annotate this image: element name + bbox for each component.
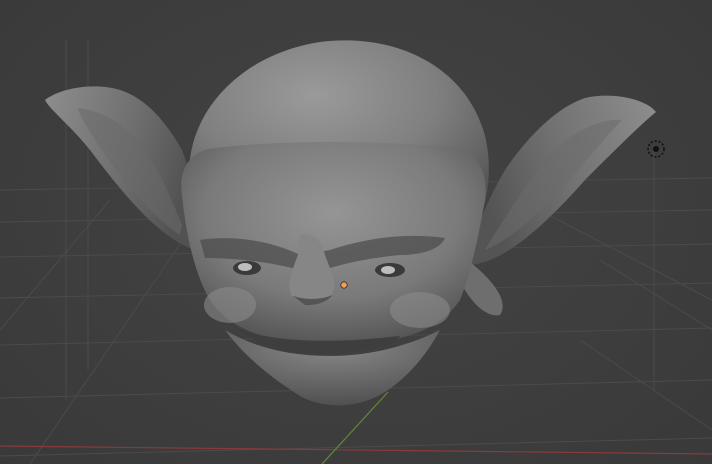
viewport-canvas[interactable]	[0, 0, 712, 464]
origin-marker[interactable]	[340, 281, 348, 289]
light-icon[interactable]	[647, 140, 665, 158]
3d-viewport[interactable]	[0, 0, 712, 464]
